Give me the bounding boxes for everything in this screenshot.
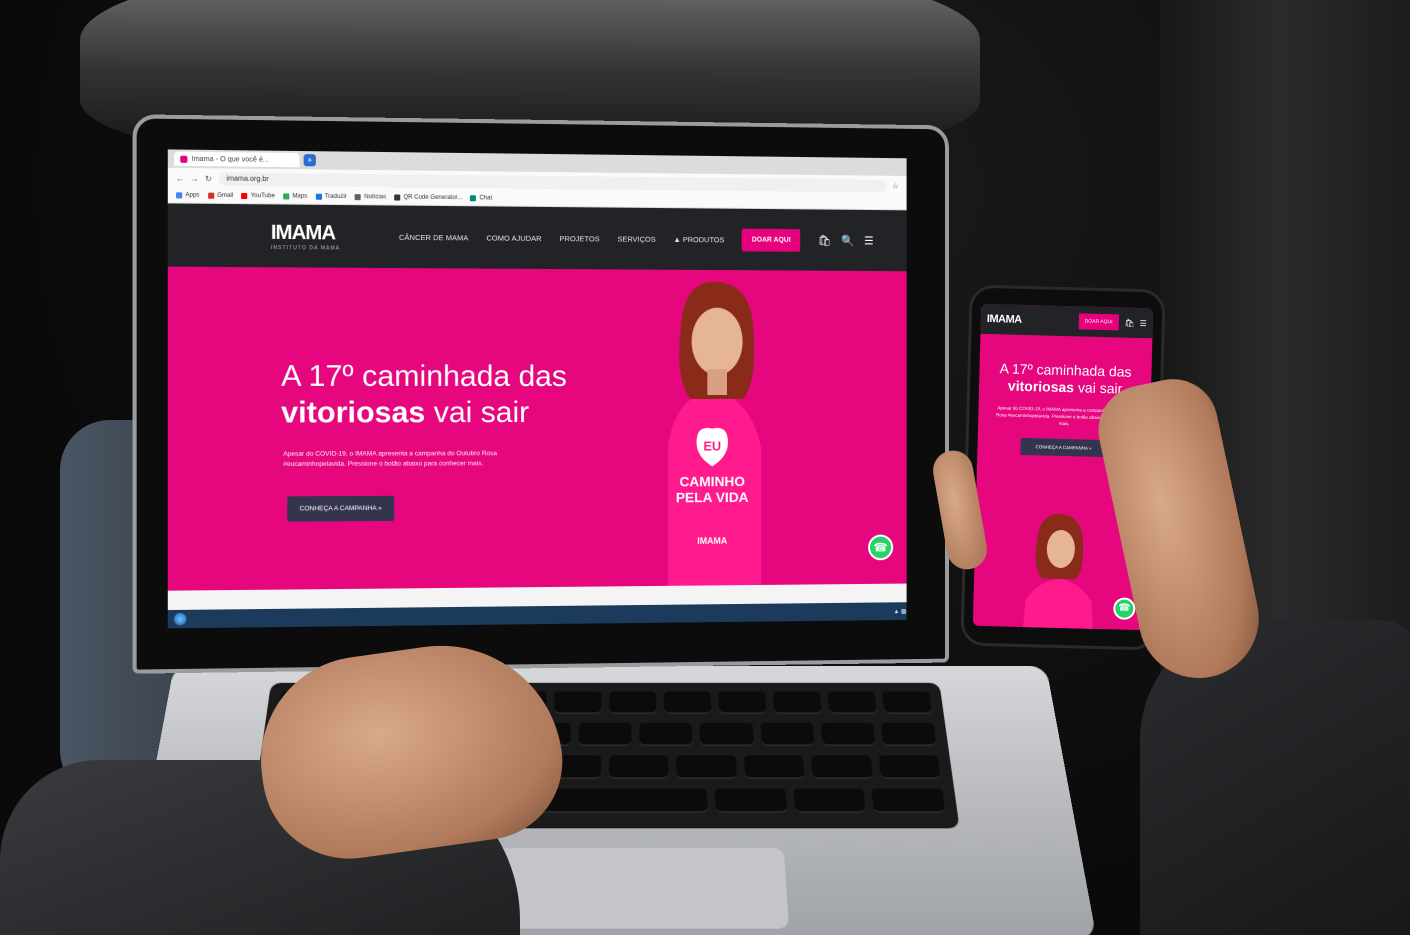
phone-logo[interactable]: IMAMA [987,313,1022,326]
shirt-brand: IMAMA [697,536,727,546]
menu-icon[interactable]: ☰ [1140,318,1147,327]
shirt-heart-text: EU [703,439,721,454]
bookmark-item[interactable]: Traduzir [315,193,347,200]
whatsapp-icon[interactable]: ☎ [868,534,894,561]
maps-icon [283,193,290,200]
laptop-trackpad [472,847,790,929]
site-logo[interactable]: IMAMA INSTITUTO DA MAMA [271,221,340,251]
bookmark-item[interactable]: Chat [470,195,492,201]
star-icon[interactable]: ☆ [892,181,899,190]
shirt-line2: PELA VIDA [676,489,749,505]
youtube-icon [241,192,248,200]
chat-icon [470,195,477,202]
bookmark-item[interactable]: Gmail [207,192,233,199]
forward-icon[interactable]: → [191,174,199,183]
nav-servicos[interactable]: SERVIÇOS [617,234,655,243]
apps-icon [176,192,183,199]
search-icon[interactable]: 🔍 [841,234,854,247]
back-icon[interactable]: ← [176,173,184,182]
phone-donate-button[interactable]: DOAR AQUI [1078,313,1119,331]
phone-header: IMAMA DOAR AQUI 🛍 ☰ [980,303,1154,339]
donate-button[interactable]: DOAR AQUI [742,228,801,252]
bookmark-item[interactable]: Maps [283,193,307,200]
campaign-button[interactable]: CONHEÇA A CAMPANHA » [287,495,394,522]
site-header: IMAMA INSTITUTO DA MAMA CÂNCER DE MAMA C… [167,203,907,272]
hero-banner: A 17º caminhada das vitoriosas vai sair … [167,266,907,591]
phone-campaign-button[interactable]: CONHEÇA A CAMPANHA » [1020,437,1107,458]
hero-title-bold: vitoriosas [281,396,426,430]
bookmark-item[interactable]: QR Code Generator... [394,194,462,201]
bookmark-item[interactable]: YouTube [241,192,275,200]
hero-model-image: EU CAMINHO PELA VIDA IMAMA [667,281,762,586]
nav-produtos[interactable]: ▲ PRODUTOS [673,234,724,243]
menu-icon[interactable]: ☰ [864,234,874,247]
laptop-screen: Imama - O que você é... + ← → ↻ imama.or… [167,149,907,629]
cart-icon[interactable]: 🛍 [818,234,832,247]
start-button[interactable] [174,612,187,626]
nav-projetos[interactable]: PROJETOS [560,234,600,243]
phone-model-image [1022,513,1093,631]
news-icon [355,194,362,201]
logo-tagline: INSTITUTO DA MAMA [270,244,341,252]
shirt-line1: CAMINHO [679,473,745,489]
laptop-lid: Imama - O que você é... + ← → ↻ imama.or… [132,114,949,674]
new-tab-button[interactable]: + [303,154,316,167]
favicon-icon [180,155,188,163]
nav-cancer-de-mama[interactable]: CÂNCER DE MAMA [399,232,468,242]
shirt-icon: ▲ [673,234,681,244]
nav-icons: 🛍 🔍 ☰ [818,234,874,247]
system-tray: ▲ ▩ ♫ [893,608,907,615]
hero-title: A 17º caminhada das vitoriosas vai sair [281,359,567,430]
photo-scene: Imama - O que você é... + ← → ↻ imama.or… [0,0,1410,935]
tab-title: Imama - O que você é... [191,155,269,164]
cart-icon[interactable]: 🛍 [1124,318,1134,327]
translate-icon [315,193,322,200]
hero-description: Apesar do COVID-19, o IMAMA apresenta a … [283,450,498,468]
nav-como-ajudar[interactable]: COMO AJUDAR [486,233,541,242]
gmail-icon [207,192,214,199]
bookmark-item[interactable]: Apps [176,192,200,199]
phone-nav-icons: 🛍 ☰ [1124,318,1147,328]
whatsapp-icon[interactable]: ☎ [1113,597,1136,620]
bookmark-item[interactable]: Notícias [355,194,386,200]
reload-icon[interactable]: ↻ [205,174,212,183]
browser-tab[interactable]: Imama - O que você é... [174,151,300,168]
qr-icon [394,194,401,201]
